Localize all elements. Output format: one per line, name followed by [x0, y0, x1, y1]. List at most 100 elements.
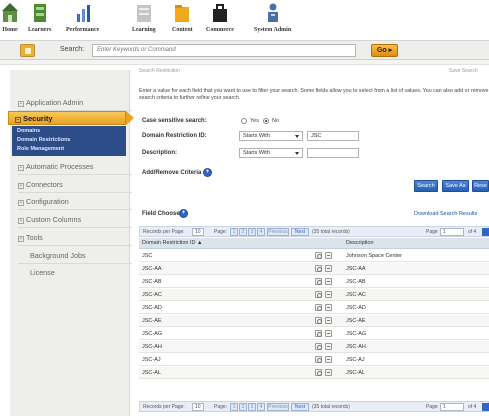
expand-icon: +	[18, 101, 24, 107]
submenu-item-domains[interactable]: Domains	[17, 128, 40, 134]
previous-button[interactable]: Previous	[267, 403, 289, 411]
nav-home[interactable]: Home	[2, 2, 18, 38]
page-of-label: of 4	[468, 229, 477, 235]
table-row[interactable]: JSC-AL JSC-AL	[139, 367, 489, 379]
table-row[interactable]: JSC-AB JSC-AB	[139, 276, 489, 288]
submenu-item-domain-restrictions[interactable]: Domain Restrictions	[17, 137, 70, 143]
nav-learners[interactable]: Learners	[28, 2, 51, 38]
submenu-item-role-management[interactable]: Role Management	[17, 146, 64, 152]
cell-id: JSC-AB	[142, 279, 162, 285]
delete-icon[interactable]	[325, 252, 332, 259]
delete-icon[interactable]	[325, 317, 332, 324]
domain-restriction-operator-select[interactable]: Starts With	[239, 131, 303, 141]
delete-icon[interactable]	[325, 330, 332, 337]
case-no-radio[interactable]	[263, 118, 269, 124]
domain-restriction-input[interactable]: JSC	[307, 131, 359, 141]
page-go-button[interactable]	[482, 403, 489, 411]
nav-label: Home	[2, 27, 18, 33]
save-search-link[interactable]: Save Search	[449, 68, 478, 74]
table-row[interactable]: JSC-AA JSC-AA	[139, 263, 489, 275]
nav-system-admin[interactable]: System Admin	[254, 2, 291, 38]
page-number-input[interactable]: 1	[440, 228, 464, 236]
view-icon[interactable]	[315, 317, 322, 324]
table-row[interactable]: JSC-AH JSC-AH	[139, 341, 489, 353]
delete-icon[interactable]	[325, 356, 332, 363]
page-3-button[interactable]: 3	[248, 228, 256, 236]
instructions-text: Enter a value for each field that you wa…	[139, 88, 489, 101]
field-chooser-label[interactable]: Field Chooser	[142, 211, 182, 217]
page-1-button[interactable]: 1	[230, 228, 238, 236]
page-go-button[interactable]	[482, 228, 489, 236]
view-icon[interactable]	[315, 343, 322, 350]
reset-button[interactable]: Rese	[472, 180, 489, 192]
cell-description: JSC-AJ	[346, 357, 365, 363]
next-button[interactable]: Next	[291, 403, 309, 411]
sidebar-item-automatic-processes[interactable]: + Automatic Processes	[18, 162, 136, 171]
table-row[interactable]: JSC-AG JSC-AG	[139, 328, 489, 340]
sidebar-item-connectors[interactable]: + Connectors	[18, 180, 136, 189]
records-per-page-select[interactable]: 10	[192, 228, 204, 236]
page-2-button[interactable]: 2	[239, 228, 247, 236]
table-row[interactable]: JSC-AD JSC-AD	[139, 302, 489, 314]
table-row[interactable]: JSC-AE JSC-AE	[139, 315, 489, 327]
view-icon[interactable]	[315, 278, 322, 285]
search-button[interactable]: Search	[414, 180, 438, 192]
sidebar-item-custom-columns[interactable]: + Custom Columns	[18, 215, 136, 224]
add-remove-criteria-link[interactable]: Add/Remove Criteria	[142, 170, 201, 176]
view-icon[interactable]	[315, 369, 322, 376]
nav-commerce[interactable]: Commerce	[206, 2, 234, 38]
records-per-page-select[interactable]: 10	[192, 403, 204, 411]
sidebar-item-background-jobs[interactable]: Background Jobs	[30, 251, 86, 260]
previous-button[interactable]: Previous	[267, 228, 289, 236]
sidebar-item-tools[interactable]: + Tools	[18, 233, 136, 242]
table-row[interactable]: JSC Johnson Space Center	[139, 250, 489, 262]
nav-label: System Admin	[254, 27, 292, 33]
delete-icon[interactable]	[325, 343, 332, 350]
total-records: (35 total records)	[312, 404, 350, 410]
nav-content[interactable]: Content	[172, 2, 193, 38]
add-criteria-icon[interactable]: +	[203, 168, 212, 177]
table-row[interactable]: JSC-AJ JSC-AJ	[139, 354, 489, 366]
delete-icon[interactable]	[325, 278, 332, 285]
case-yes-radio[interactable]	[241, 118, 247, 124]
description-operator-select[interactable]: Starts With	[239, 148, 303, 158]
column-header-description[interactable]: Description	[346, 240, 374, 246]
delete-icon[interactable]	[325, 265, 332, 272]
table-row[interactable]: JSC-AC JSC-AC	[139, 289, 489, 301]
delete-icon[interactable]	[325, 369, 332, 376]
view-icon[interactable]	[315, 356, 322, 363]
sidebar-item-license[interactable]: License	[30, 268, 55, 277]
download-results-link[interactable]: Download Search Results	[414, 211, 477, 217]
page-number-input[interactable]: 1	[440, 403, 464, 411]
view-icon[interactable]	[315, 252, 322, 259]
delete-icon[interactable]	[325, 304, 332, 311]
save-as-button[interactable]: Save As	[442, 180, 469, 192]
column-header-id[interactable]: Domain Restriction ID ▲	[142, 240, 202, 246]
expand-icon: +	[18, 165, 24, 171]
case-yes-label: Yes	[250, 118, 259, 124]
page-4-button[interactable]: 4	[257, 403, 265, 411]
view-icon[interactable]	[315, 291, 322, 298]
go-button[interactable]: Go ▸	[371, 44, 398, 57]
page-1-button[interactable]: 1	[230, 403, 238, 411]
page-4-button[interactable]: 4	[257, 228, 265, 236]
nav-learning[interactable]: Learning	[132, 2, 156, 38]
page-2-button[interactable]: 2	[239, 403, 247, 411]
records-per-page-label: Records per Page:	[143, 229, 185, 235]
view-icon[interactable]	[315, 330, 322, 337]
search-input[interactable]: Enter Keywords or Command	[92, 44, 356, 57]
description-input[interactable]	[307, 148, 359, 158]
sidebar-item-security[interactable]: − Security	[8, 111, 126, 125]
select-value: Starts With	[243, 133, 270, 139]
view-icon[interactable]	[315, 265, 322, 272]
view-icon[interactable]	[315, 304, 322, 311]
next-button[interactable]: Next	[291, 228, 309, 236]
sidebar-item-application-admin[interactable]: + Application Admin	[18, 98, 136, 107]
page-3-button[interactable]: 3	[248, 403, 256, 411]
sidebar-item-configuration[interactable]: + Configuration	[18, 197, 136, 206]
field-chooser-icon[interactable]: +	[179, 209, 188, 218]
sidebar-item-label: Configuration	[26, 197, 69, 206]
nav-performance[interactable]: Performance	[66, 2, 99, 38]
delete-icon[interactable]	[325, 291, 332, 298]
home-shortcut-icon[interactable]	[20, 44, 35, 57]
